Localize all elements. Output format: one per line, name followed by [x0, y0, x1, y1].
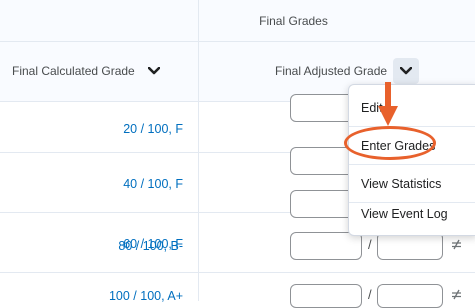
adjusted-grade-numerator-input[interactable] — [290, 284, 362, 308]
not-equal-icon[interactable] — [451, 239, 462, 253]
column-header-label: Final Calculated Grade — [12, 64, 135, 78]
adjusted-grade-denominator-input[interactable] — [377, 232, 443, 260]
divider — [198, 0, 199, 301]
divider — [0, 272, 475, 273]
annotation-highlight — [344, 126, 436, 160]
calculated-grade-link[interactable]: 40 / 100, F — [0, 177, 183, 191]
section-title: Final Grades — [259, 13, 328, 28]
chevron-down-icon[interactable] — [141, 58, 167, 84]
column-header-final-calculated-grade: Final Calculated Grade — [12, 41, 167, 101]
menu-item-edit[interactable]: Edit — [349, 89, 475, 126]
calculated-grade-link[interactable]: 80 / 100, B- — [0, 239, 183, 253]
grade-separator: / — [368, 287, 372, 302]
menu-item-view-event-log[interactable]: View Event Log — [349, 195, 475, 232]
column-header-label: Final Adjusted Grade — [275, 64, 388, 78]
chevron-down-icon[interactable] — [393, 58, 420, 84]
adjusted-grade-denominator-input[interactable] — [377, 284, 443, 308]
grade-separator: / — [368, 237, 372, 252]
calculated-grade-link[interactable]: 20 / 100, F — [0, 122, 183, 136]
adjusted-grade-numerator-input[interactable] — [290, 232, 362, 260]
annotation-arrow-icon — [378, 82, 398, 126]
column-options-menu: Edit Enter Grades View Statistics View E… — [348, 84, 475, 236]
